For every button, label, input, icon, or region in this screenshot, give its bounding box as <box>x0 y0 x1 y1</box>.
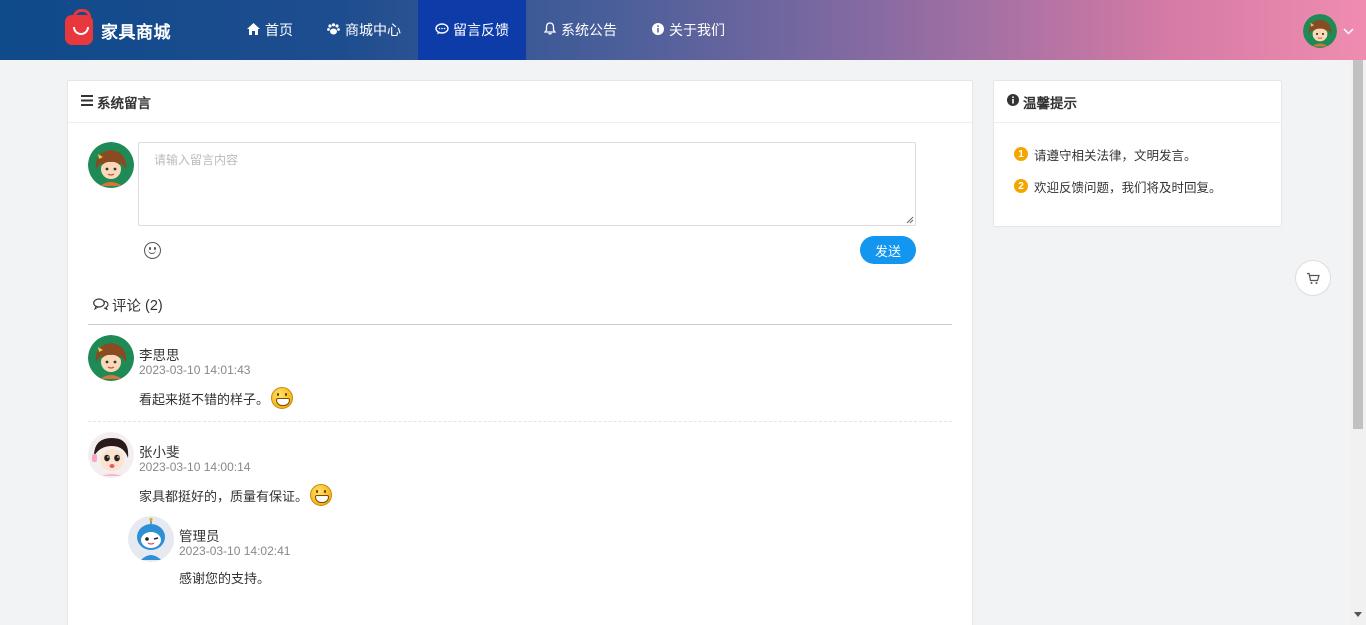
comment-body: 看起来挺不错的样子。 <box>139 391 270 407</box>
top-navbar: 家具商城 首页 商城中心 留言反馈 系统公告 关于我们 <box>0 0 1366 60</box>
paw-icon <box>327 22 340 38</box>
commenter-name: 李思思 <box>139 348 180 363</box>
message-input[interactable] <box>138 142 916 226</box>
nav-item-about[interactable]: 关于我们 <box>634 0 742 60</box>
nav-item-announcement[interactable]: 系统公告 <box>526 0 634 60</box>
brand-name: 家具商城 <box>101 22 171 42</box>
info-icon <box>651 22 664 38</box>
composer-avatar <box>88 142 134 188</box>
nav-item-label: 系统公告 <box>561 22 617 38</box>
send-button[interactable]: 发送 <box>860 236 916 264</box>
tip-number-badge: 2 <box>1014 179 1028 193</box>
emoji-icon[interactable] <box>144 242 161 259</box>
nav-item-label: 关于我们 <box>669 22 725 38</box>
divider <box>88 324 952 325</box>
reply-body: 感谢您的支持。 <box>179 571 271 586</box>
commenter-avatar <box>88 432 134 478</box>
comment-body: 家具都挺好的，质量有保证。 <box>139 488 309 504</box>
scrollbar-thumb[interactable] <box>1353 60 1363 429</box>
chat-icon <box>435 22 449 38</box>
brand-logo[interactable]: 家具商城 <box>65 9 171 46</box>
tips-title: 温馨提示 <box>1023 95 1077 111</box>
comment-time: 2023-03-10 14:01:43 <box>139 363 251 377</box>
tip-item: 1 请遵守相关法律，文明发言。 <box>1014 144 1281 164</box>
comments-count: (2) <box>145 297 163 314</box>
comment-divider <box>88 421 952 422</box>
reply-item: 管理员 2023-03-10 14:02:41 感谢您的支持。 <box>128 516 952 606</box>
comments-icon <box>93 298 109 313</box>
replier-name: 管理员 <box>179 529 220 544</box>
commenter-name: 张小斐 <box>139 445 180 460</box>
card-title: 系统留言 <box>97 95 151 111</box>
tips-header: 温馨提示 <box>994 81 1281 123</box>
nav-item-mall[interactable]: 商城中心 <box>310 0 418 60</box>
bell-icon <box>543 22 556 38</box>
cart-icon <box>1307 272 1320 284</box>
comment-time: 2023-03-10 14:00:14 <box>139 460 251 474</box>
tip-text: 请遵守相关法律，文明发言。 <box>1034 148 1197 163</box>
comment-item: 李思思 2023-03-10 14:01:43 看起来挺不错的样子。 <box>88 335 952 425</box>
tip-text: 欢迎反馈问题，我们将及时回复。 <box>1034 180 1222 195</box>
comment-item: 张小斐 2023-03-10 14:00:14 家具都挺好的，质量有保证。 管理… <box>88 432 952 625</box>
tips-list: 1 请遵守相关法律，文明发言。 2 欢迎反馈问题，我们将及时回复。 <box>994 123 1281 196</box>
nav-item-home[interactable]: 首页 <box>230 0 310 60</box>
nav-item-feedback[interactable]: 留言反馈 <box>418 0 526 60</box>
card-header: 系统留言 <box>68 81 972 123</box>
scroll-down-icon[interactable] <box>1354 612 1362 617</box>
page-scrollbar[interactable] <box>1350 60 1366 625</box>
comments-label: 评论 <box>112 299 141 315</box>
reply-time: 2023-03-10 14:02:41 <box>179 544 291 558</box>
grin-emoji-icon <box>271 387 294 409</box>
user-menu[interactable] <box>1303 14 1354 48</box>
floating-cart-button[interactable] <box>1295 260 1331 296</box>
resize-handle-icon[interactable] <box>906 216 914 224</box>
info-icon <box>1007 94 1019 109</box>
list-icon <box>81 94 93 109</box>
message-board-card: 系统留言 发送 评论 (2) 李思思 2023 <box>67 80 973 625</box>
shopping-bag-icon <box>65 9 93 45</box>
tip-item: 2 欢迎反馈问题，我们将及时回复。 <box>1014 176 1281 196</box>
comments-heading: 评论 (2) <box>93 295 163 316</box>
nav-item-label: 商城中心 <box>345 22 401 38</box>
chevron-down-icon <box>1343 24 1354 38</box>
nav-item-label: 留言反馈 <box>453 22 509 38</box>
reply-text: 感谢您的支持。 <box>179 568 270 587</box>
commenter-avatar <box>88 335 134 381</box>
tip-number-badge: 1 <box>1014 147 1028 161</box>
user-avatar <box>1303 14 1337 48</box>
grin-emoji-icon <box>310 484 333 506</box>
nav-item-label: 首页 <box>265 22 293 38</box>
comment-text: 家具都挺好的，质量有保证。 <box>139 484 333 506</box>
home-icon <box>247 22 260 38</box>
tips-card: 温馨提示 1 请遵守相关法律，文明发言。 2 欢迎反馈问题，我们将及时回复。 <box>993 80 1282 227</box>
admin-avatar <box>128 516 174 562</box>
nav-menu: 首页 商城中心 留言反馈 系统公告 关于我们 <box>230 0 742 60</box>
comment-text: 看起来挺不错的样子。 <box>139 387 294 409</box>
